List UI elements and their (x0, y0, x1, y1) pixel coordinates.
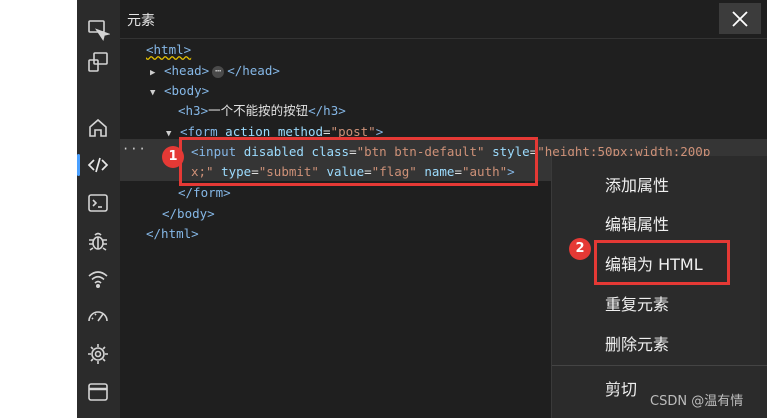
html-close-tag: </html> (146, 226, 199, 241)
selected-row-dots[interactable]: ··· (122, 142, 147, 156)
context-menu: 添加属性 编辑属性 编辑为 HTML 重复元素 删除元素 剪切 (551, 156, 767, 418)
watermark: CSDN @温有情 (650, 394, 744, 409)
menu-item-cut[interactable]: 剪切 (605, 376, 637, 400)
dom-node-head[interactable]: ▶ <head> ⋯ </head> (150, 61, 280, 81)
elements-code-icon[interactable] (77, 153, 110, 177)
head-open-tag: <head> (164, 63, 210, 78)
panel-title: 元素 (127, 13, 155, 29)
head-close-tag: </head> (227, 63, 280, 78)
dom-node-form-close[interactable]: </form> (178, 183, 231, 203)
elements-panel: 元素 ··· <html> ▶ <head> ⋯ </head> ▼ <body> <h… (120, 0, 767, 418)
menu-item-delete-element[interactable]: 删除元素 (605, 331, 669, 355)
dock-icon[interactable] (86, 50, 110, 74)
form-close-tag: </form> (178, 185, 231, 200)
close-button[interactable] (719, 3, 761, 34)
collapse-arrow-icon[interactable]: ▼ (150, 83, 164, 103)
dom-node-html[interactable]: <html> (146, 40, 191, 60)
h3-text: 一个不能按的按钮 (208, 103, 309, 118)
panel-header: 元素 (120, 0, 767, 39)
menu-item-add-attribute[interactable]: 添加属性 (605, 172, 669, 196)
page-margin (0, 0, 77, 418)
collapse-arrow-icon[interactable]: ▼ (166, 124, 180, 144)
h3-close-tag: </h3> (308, 103, 346, 118)
annotation-badge-1: 1 (162, 146, 184, 168)
menu-divider (552, 365, 767, 366)
settings-chip-icon[interactable] (86, 342, 110, 366)
head-collapsed-ellipsis[interactable]: ⋯ (212, 65, 225, 78)
h3-open-tag: <h3> (178, 103, 209, 118)
body-close-tag: </body> (162, 206, 215, 221)
performance-gauge-icon[interactable] (86, 304, 110, 328)
menu-item-duplicate-element[interactable]: 重复元素 (605, 291, 669, 315)
device-emulation-icon[interactable] (86, 18, 110, 42)
dom-node-body[interactable]: ▼ <body> (150, 81, 209, 101)
annotation-box-2 (594, 240, 730, 285)
dom-node-body-close[interactable]: </body> (162, 204, 215, 224)
annotation-badge-2: 2 (569, 238, 591, 260)
close-icon (732, 10, 748, 27)
dom-node-h3[interactable]: <h3>一个不能按的按钮</h3> (178, 101, 346, 121)
menu-item-edit-attribute[interactable]: 编辑属性 (605, 211, 669, 235)
devtools-sidebar (77, 0, 121, 418)
network-wifi-icon[interactable] (86, 267, 110, 291)
expand-arrow-icon[interactable]: ▶ (150, 63, 164, 83)
body-open-tag: <body> (164, 83, 210, 98)
html-open-tag: <html> (146, 42, 192, 57)
home-icon[interactable] (86, 116, 110, 140)
console-icon[interactable] (86, 191, 110, 215)
annotation-box-1 (179, 137, 538, 186)
application-window-icon[interactable] (86, 380, 110, 404)
debugger-bug-icon[interactable] (86, 229, 110, 253)
dom-node-html-close[interactable]: </html> (146, 224, 199, 244)
